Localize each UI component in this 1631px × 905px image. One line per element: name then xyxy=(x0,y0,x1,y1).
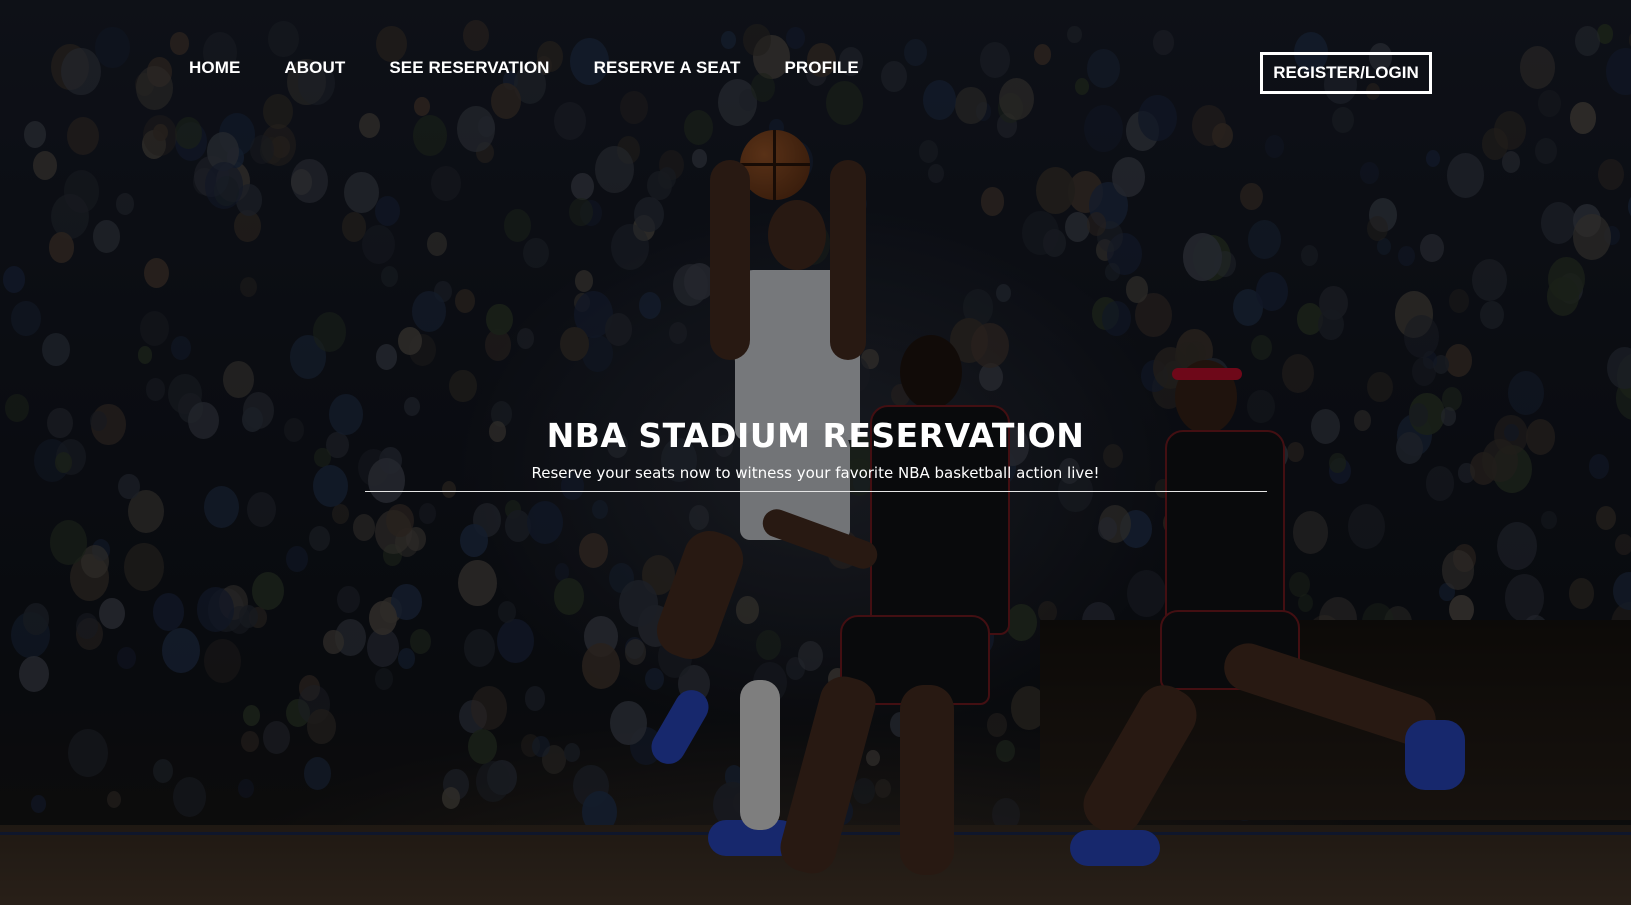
hero-subtitle: Reserve your seats now to witness your f… xyxy=(531,464,1100,482)
nav-link-profile[interactable]: PROFILE xyxy=(784,58,858,78)
nav-link-about[interactable]: ABOUT xyxy=(284,58,345,78)
hero-title: NBA STADIUM RESERVATION xyxy=(546,416,1085,455)
nav-link-home[interactable]: HOME xyxy=(189,58,240,78)
nav-link-reserve-a-seat[interactable]: RESERVE A SEAT xyxy=(594,58,741,78)
hero-section: NBA STADIUM RESERVATION Reserve your sea… xyxy=(0,412,1631,492)
nav-link-see-reservation[interactable]: SEE RESERVATION xyxy=(389,58,549,78)
hero-divider xyxy=(364,491,1267,492)
nav-links: HOME ABOUT SEE RESERVATION RESERVE A SEA… xyxy=(189,58,859,78)
top-navigation: HOME ABOUT SEE RESERVATION RESERVE A SEA… xyxy=(0,0,1631,130)
register-login-button[interactable]: REGISTER/LOGIN xyxy=(1260,52,1432,94)
